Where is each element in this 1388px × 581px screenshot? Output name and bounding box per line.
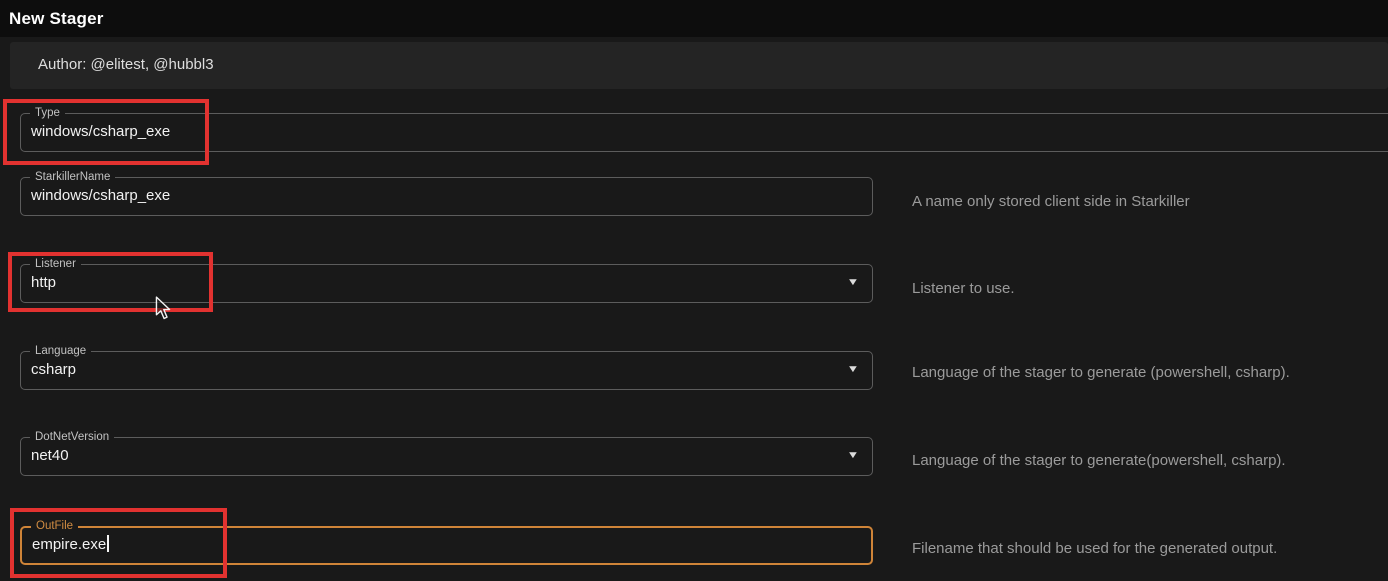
page-header: New Stager [0,0,1388,37]
page-title: New Stager [9,9,104,29]
listener-select[interactable]: Listener http ▼ [20,264,873,303]
dotnet-version-description: Language of the stager to generate(power… [912,452,1286,469]
language-description: Language of the stager to generate (powe… [912,364,1290,381]
type-field[interactable]: Type windows/csharp_exe [20,113,1388,152]
dropdown-arrow-icon[interactable]: ▼ [847,365,860,375]
author-card: Author: @elitest, @hubbl3 [10,42,1388,89]
starkiller-name-field[interactable]: StarkillerName windows/csharp_exe [20,177,873,216]
language-select[interactable]: Language csharp ▼ [20,351,873,390]
outfile-field-value: empire.exe [32,527,109,563]
outfile-description: Filename that should be used for the gen… [912,540,1277,557]
listener-description: Listener to use. [912,280,1015,297]
dropdown-arrow-icon[interactable]: ▼ [847,278,860,288]
dotnet-version-select[interactable]: DotNetVersion net40 ▼ [20,437,873,476]
outfile-field[interactable]: OutFile empire.exe [20,526,873,565]
starkiller-name-field-value: windows/csharp_exe [31,178,170,214]
text-caret [107,535,109,552]
author-text: Author: @elitest, @hubbl3 [38,56,214,73]
type-field-value: windows/csharp_exe [31,114,170,150]
mouse-cursor-icon [155,296,171,320]
starkiller-name-description: A name only stored client side in Starki… [912,193,1190,210]
language-select-value: csharp [31,352,76,388]
dropdown-arrow-icon[interactable]: ▼ [847,451,860,461]
new-stager-screen: New Stager Author: @elitest, @hubbl3 Typ… [0,0,1388,581]
dotnet-version-select-value: net40 [31,438,69,474]
outfile-field-text: empire.exe [32,536,106,553]
listener-select-value: http [31,265,56,301]
